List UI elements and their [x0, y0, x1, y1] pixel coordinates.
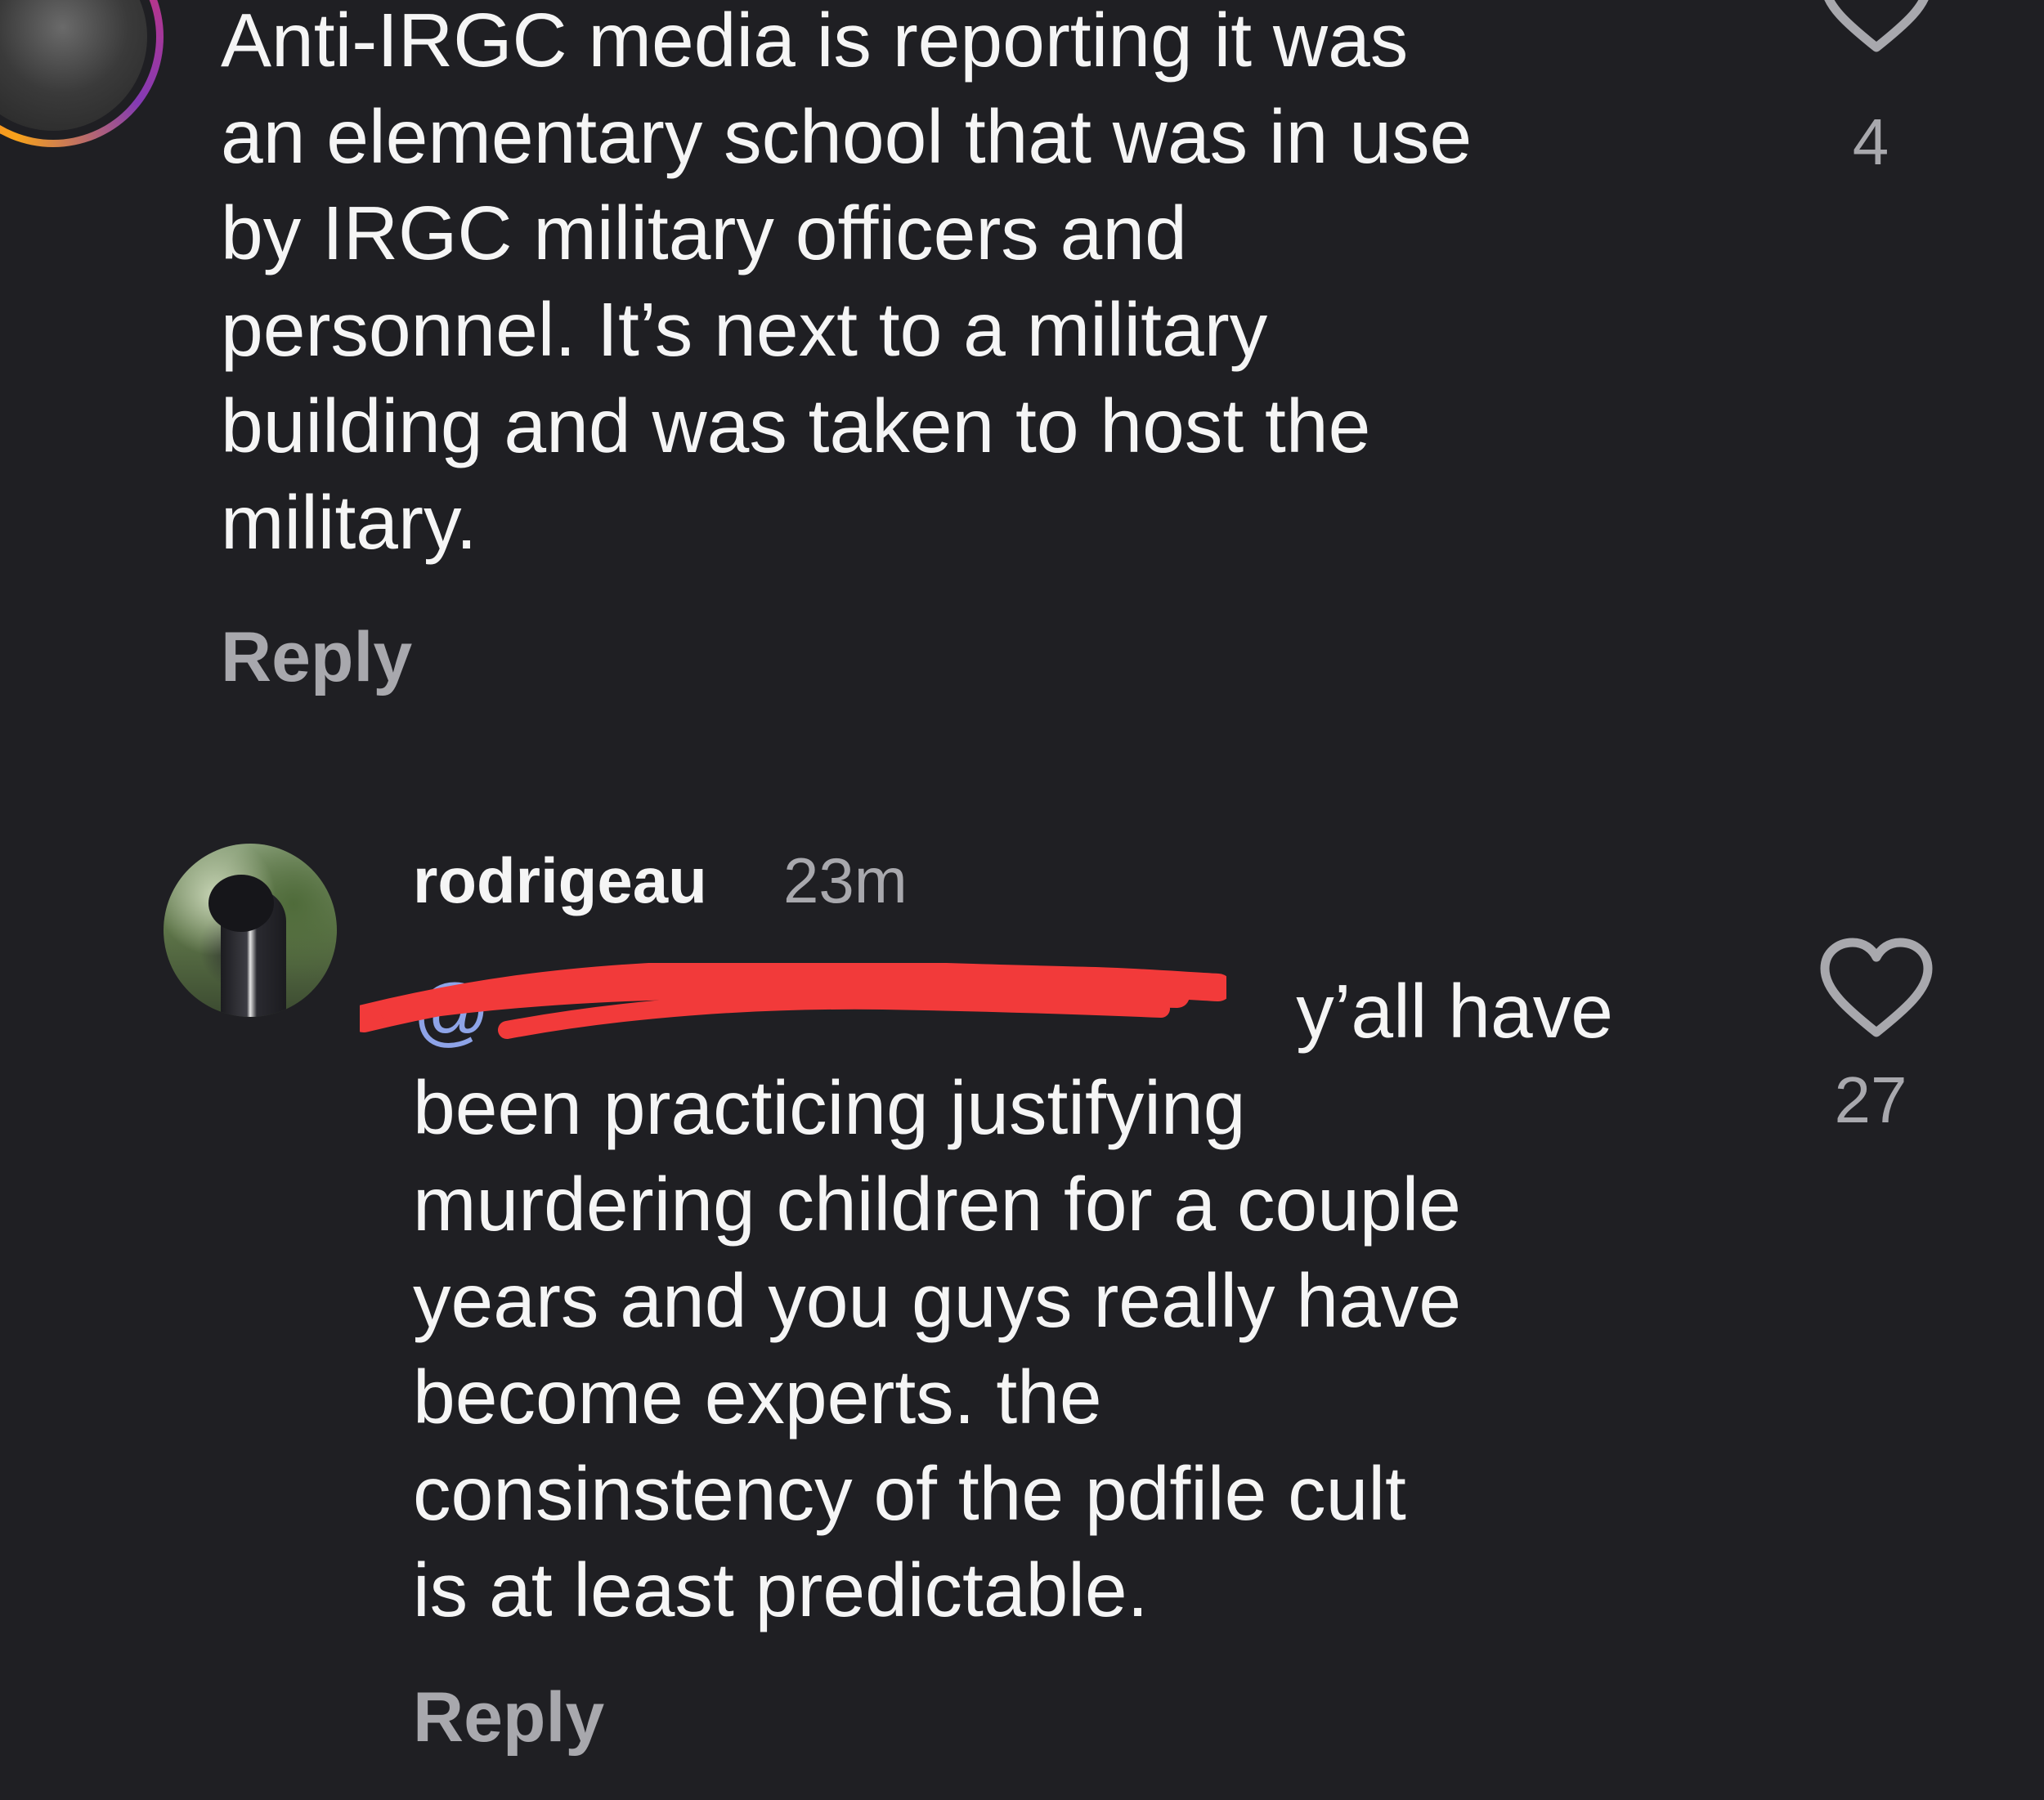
- comment-username[interactable]: rodrigeau: [413, 844, 707, 918]
- red-scribble-redaction: [360, 963, 1226, 1039]
- reply-button[interactable]: Reply: [413, 1677, 604, 1758]
- comment-body-text: y’all have been practicing justifying mu…: [413, 969, 1613, 1632]
- commenter-avatar[interactable]: [164, 844, 337, 1017]
- like-count: 27: [1834, 1063, 1907, 1136]
- heart-icon[interactable]: [1815, 0, 1938, 57]
- commenter-avatar[interactable]: [0, 0, 164, 147]
- like-count: 4: [1852, 105, 1889, 178]
- heart-icon[interactable]: [1815, 936, 1938, 1042]
- comment-timestamp: 23m: [783, 844, 908, 916]
- avatar-hair: [208, 875, 274, 932]
- comment-text: @ y’all have been practicing justifying …: [413, 963, 1803, 1638]
- reply-button[interactable]: Reply: [221, 617, 412, 698]
- comment-text: Anti-IRGC media is reporting it was an e…: [221, 0, 1472, 565]
- avatar-photo: [0, 0, 147, 131]
